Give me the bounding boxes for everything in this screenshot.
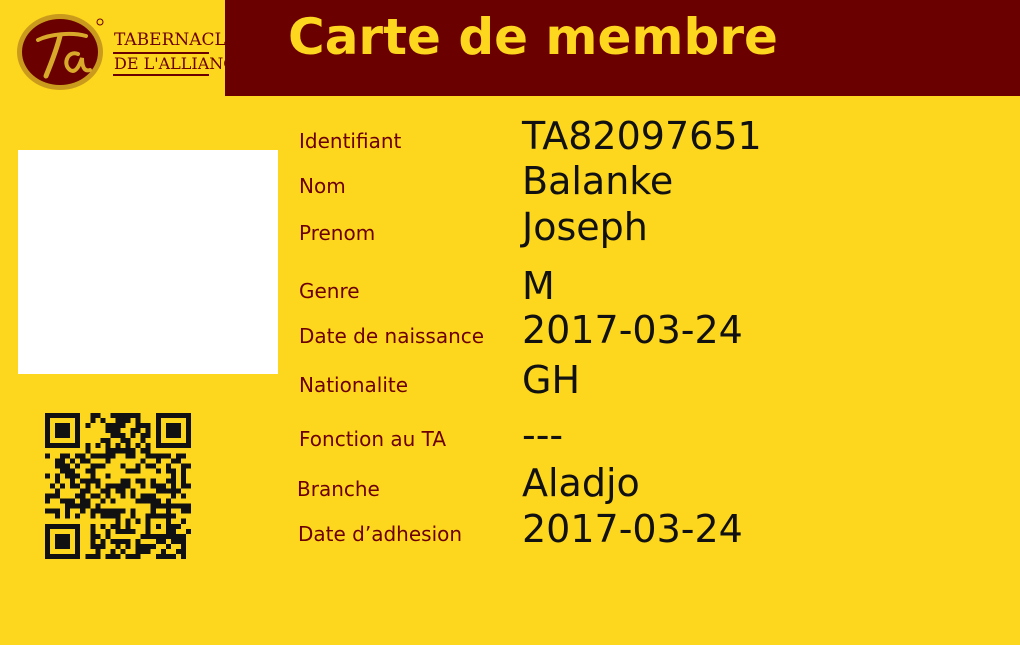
label-fonction: Fonction au TA: [299, 427, 447, 451]
label-nationalite: Nationalite: [299, 373, 409, 397]
value-nom: Balanke: [522, 159, 674, 203]
logo-line2: DE L'ALLIANCE: [114, 54, 248, 73]
value-date-naissance: 2017-03-24: [522, 308, 743, 352]
value-nationalite: GH: [522, 358, 581, 402]
value-branche: Aladjo: [522, 461, 640, 505]
value-identifiant: TA82097651: [522, 114, 762, 158]
member-photo: [18, 150, 278, 374]
logo-underline: [113, 74, 209, 76]
label-nom: Nom: [299, 174, 346, 198]
logo-line1: TABERNACLE: [114, 30, 239, 50]
logo-emblem-icon: [17, 14, 104, 90]
card-title: Carte de membre: [288, 8, 778, 66]
logo: TABERNACLE DE L'ALLIANCE: [16, 8, 247, 92]
label-date-naissance: Date de naissance: [299, 324, 485, 348]
label-genre: Genre: [299, 279, 360, 303]
value-fonction: ---: [522, 413, 564, 457]
label-date-adhesion: Date d’adhesion: [298, 522, 463, 546]
label-branche: Branche: [297, 477, 380, 501]
qr-code-icon: [45, 413, 191, 559]
label-prenom: Prenom: [299, 221, 376, 245]
label-identifiant: Identifiant: [299, 129, 402, 153]
value-genre: M: [522, 264, 555, 308]
value-date-adhesion: 2017-03-24: [522, 507, 743, 551]
value-prenom: Joseph: [522, 205, 648, 249]
